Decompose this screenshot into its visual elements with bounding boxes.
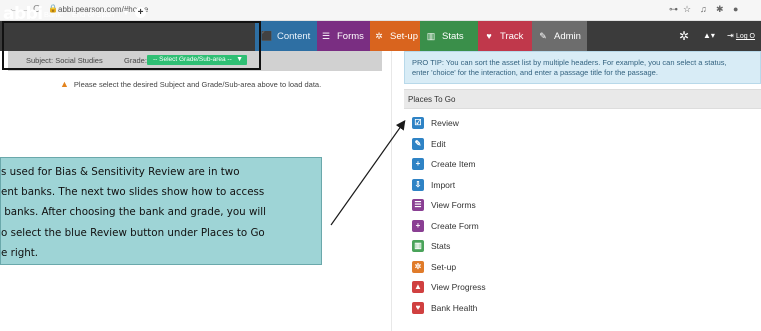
callout-arrow xyxy=(330,120,406,226)
